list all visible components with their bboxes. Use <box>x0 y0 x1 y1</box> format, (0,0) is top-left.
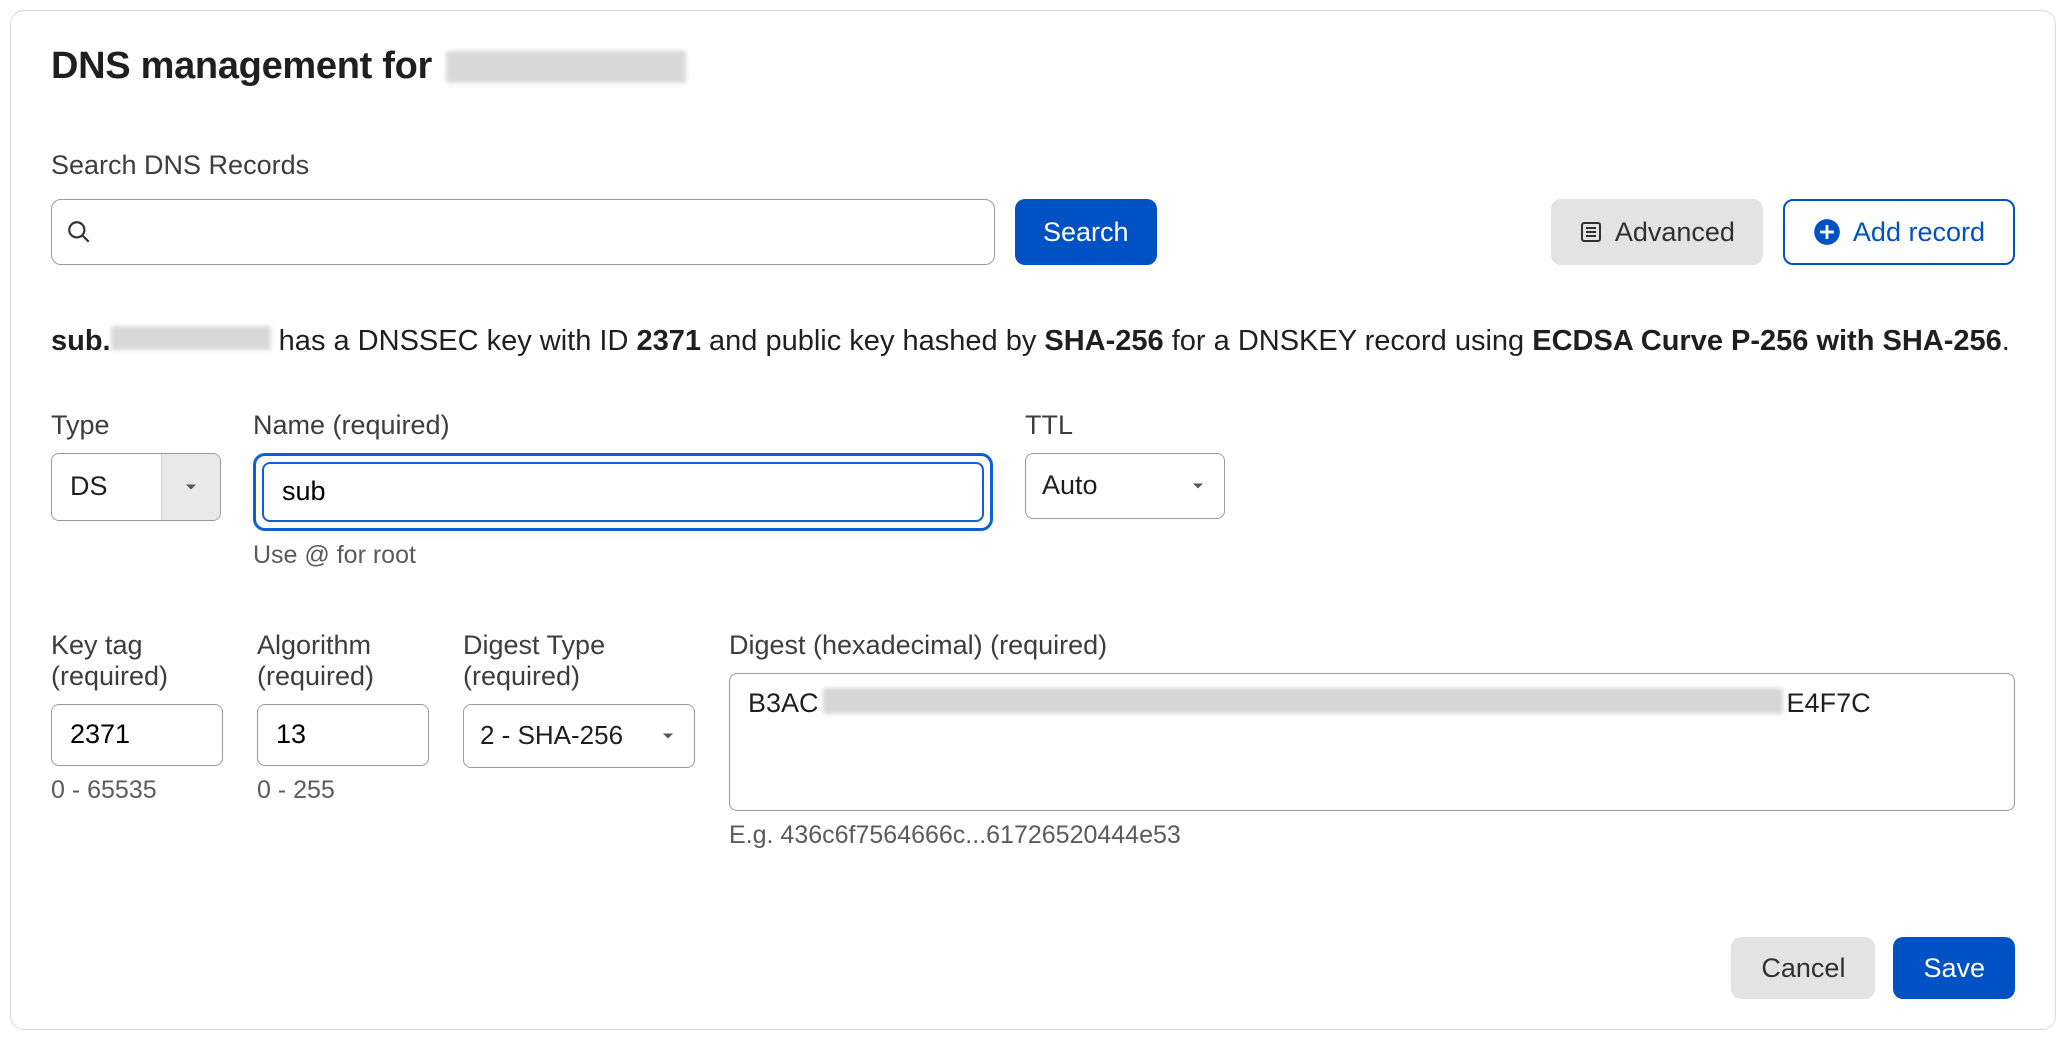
name-hint: Use @ for root <box>253 541 993 570</box>
advanced-button[interactable]: Advanced <box>1551 199 1763 265</box>
ttl-field: TTL Auto <box>1025 410 1225 519</box>
search-button-label: Search <box>1043 217 1129 248</box>
digest-type-value: 2 - SHA-256 <box>480 720 623 751</box>
search-input[interactable] <box>102 216 980 249</box>
type-select[interactable]: DS <box>51 453 221 521</box>
list-icon <box>1579 220 1603 244</box>
digest-type-select[interactable]: 2 - SHA-256 <box>463 704 695 768</box>
ttl-label: TTL <box>1025 410 1225 441</box>
algorithm-hint: 0 - 255 <box>257 776 429 805</box>
search-icon <box>66 219 92 245</box>
desc-sub: sub. <box>51 325 111 357</box>
digest-type-label: Digest Type (required) <box>463 630 695 692</box>
advanced-label: Advanced <box>1615 217 1735 248</box>
type-field: Type DS <box>51 410 221 521</box>
desc-t1: has a DNSSEC key with ID <box>271 325 637 357</box>
key-tag-field: Key tag (required) 0 - 65535 <box>51 630 223 805</box>
add-record-label: Add record <box>1853 217 1985 248</box>
ttl-select[interactable]: Auto <box>1025 453 1225 519</box>
desc-alg: ECDSA Curve P-256 with SHA-256 <box>1532 325 2002 357</box>
name-input[interactable] <box>280 475 966 508</box>
chevron-down-icon <box>658 726 678 746</box>
page-title-prefix: DNS management for <box>51 45 432 88</box>
digest-label: Digest (hexadecimal) (required) <box>729 630 2015 661</box>
algorithm-input[interactable] <box>274 718 412 751</box>
search-box[interactable] <box>51 199 995 265</box>
cancel-label: Cancel <box>1761 953 1845 984</box>
key-tag-label: Key tag (required) <box>51 630 223 692</box>
digest-hint: E.g. 436c6f7564666c...61726520444e53 <box>729 821 2015 850</box>
search-button[interactable]: Search <box>1015 199 1157 265</box>
digest-type-field: Digest Type (required) 2 - SHA-256 <box>463 630 695 768</box>
digest-field: Digest (hexadecimal) (required) B3AC E4F… <box>729 630 2015 850</box>
page-title: DNS management for <box>51 45 2015 88</box>
desc-t2: and public key hashed by <box>701 325 1044 357</box>
algorithm-label: Algorithm (required) <box>257 630 429 692</box>
redacted-domain <box>446 51 686 83</box>
type-value: DS <box>52 454 161 520</box>
name-focus-ring <box>253 453 993 531</box>
plus-circle-icon <box>1813 218 1841 246</box>
dns-panel: DNS management for Search DNS Records Se… <box>10 10 2056 1030</box>
record-description: sub. has a DNSSEC key with ID 2371 and p… <box>51 319 2015 364</box>
chevron-down-icon <box>1188 476 1208 496</box>
name-field: Name (required) Use @ for root <box>253 410 993 570</box>
digest-prefix: B3AC <box>748 688 819 719</box>
search-label: Search DNS Records <box>51 150 2015 181</box>
ttl-value: Auto <box>1042 470 1098 501</box>
digest-suffix: E4F7C <box>1787 688 1871 719</box>
name-label: Name (required) <box>253 410 993 441</box>
chevron-down-icon <box>161 454 220 520</box>
add-record-button[interactable]: Add record <box>1783 199 2015 265</box>
redacted-domain-2 <box>111 326 271 350</box>
key-tag-input[interactable] <box>68 718 206 751</box>
search-row: Search Advanced Add record <box>51 199 2015 265</box>
save-label: Save <box>1923 953 1985 984</box>
algorithm-field: Algorithm (required) 0 - 255 <box>257 630 429 805</box>
redacted-digest <box>823 688 1783 714</box>
desc-t3: for a DNSKEY record using <box>1164 325 1533 357</box>
form-actions: Cancel Save <box>1731 937 2015 999</box>
cancel-button[interactable]: Cancel <box>1731 937 1875 999</box>
desc-id: 2371 <box>636 325 701 357</box>
key-tag-hint: 0 - 65535 <box>51 776 223 805</box>
desc-hash: SHA-256 <box>1044 325 1163 357</box>
save-button[interactable]: Save <box>1893 937 2015 999</box>
type-label: Type <box>51 410 221 441</box>
digest-input[interactable]: B3AC E4F7C <box>729 673 2015 811</box>
desc-end: . <box>2002 325 2010 357</box>
